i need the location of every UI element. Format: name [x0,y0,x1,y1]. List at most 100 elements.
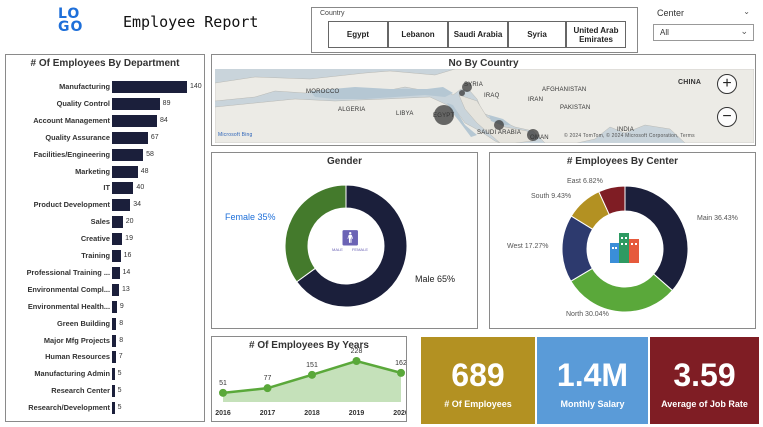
country-option-uae[interactable]: United Arab Emirates [566,21,626,48]
department-label: Human Resources [45,352,110,362]
department-bar[interactable] [112,385,115,398]
department-row[interactable]: Environmental Compl... 13 [6,283,206,296]
department-value: 84 [160,116,168,124]
department-row[interactable]: Green Building 8 [6,317,206,330]
years-area[interactable]: 51 2016 77 2017 151 2018 228 2019 162 2020 [212,337,406,421]
department-bar[interactable] [112,334,117,347]
map-label: MOROCCO [306,89,340,95]
department-bar[interactable] [112,131,148,144]
years-tick-label: 2016 [215,410,231,417]
department-value: 13 [121,285,130,293]
kpi-employees: 689 # Of Employees [421,337,535,424]
years-tick-label: 2018 [304,410,320,417]
department-row[interactable]: Sales 20 [6,216,206,229]
department-label: Account Management [33,115,110,125]
department-row[interactable]: Creative 19 [6,233,206,246]
department-row[interactable]: Environmental Health... 9 [6,300,206,313]
department-value: 40 [136,184,145,192]
department-value: 20 [125,218,134,226]
department-bar[interactable] [112,351,116,364]
map-label: SYRIA [464,82,484,88]
department-row[interactable]: Product Development 34 [6,199,206,212]
department-bar[interactable] [112,283,119,296]
department-row[interactable]: Training 16 [6,250,206,262]
center-filter-label: Center [657,8,685,18]
country-option-syria[interactable]: Syria [508,21,566,48]
chevron-down-icon[interactable]: ⌄ [743,7,750,16]
department-label: Creative [80,234,110,244]
department-label: Facilities/Engineering [33,149,110,159]
department-value: 5 [117,370,122,378]
department-row[interactable]: Facilities/Engineering 58 [6,148,206,161]
department-value: 8 [119,336,124,344]
department-bar[interactable] [112,233,123,246]
map-label: IRAQ [484,93,500,99]
center-label-south: South 9.43% [531,193,572,200]
years-tick-label: 2019 [349,410,365,417]
department-bar[interactable] [112,165,138,178]
years-value-label: 51 [219,380,227,387]
department-bar[interactable] [112,250,121,262]
department-row[interactable]: Quality Assurance 67 [6,131,206,144]
department-bar[interactable] [112,317,117,330]
department-label: Sales [90,217,110,227]
zoom-out-button[interactable]: − [717,107,737,127]
department-row[interactable]: Research Center 5 [6,385,206,398]
years-point[interactable] [352,357,361,365]
map-label: SAUDI ARABIA [477,130,522,136]
department-label: Training [81,251,110,260]
department-bar[interactable] [112,216,123,229]
department-bar[interactable] [112,114,157,127]
department-bar[interactable] [112,182,134,195]
department-row[interactable]: Human Resources 7 [6,351,206,364]
department-value: 34 [133,201,141,209]
department-row[interactable]: Manufacturing 140 [6,81,206,93]
department-bar[interactable] [112,199,131,212]
department-row[interactable]: Research/Development 5 [6,402,206,415]
kpi-employees-label: # Of Employees [444,399,512,409]
department-value: 16 [123,252,132,259]
department-value: 5 [117,387,122,395]
country-option-lebanon[interactable]: Lebanon [388,21,448,48]
years-point[interactable] [263,384,272,393]
country-option-egypt[interactable]: Egypt [328,21,388,48]
map-label: LIBYA [396,111,414,117]
country-slicer: Country Egypt Lebanon Saudi Arabia Syria… [311,7,638,53]
department-row[interactable]: IT 40 [6,182,206,195]
zoom-in-button[interactable]: + [717,74,737,94]
department-value: 58 [146,150,154,158]
department-bar[interactable] [112,402,115,415]
country-option-saudi-arabia[interactable]: Saudi Arabia [448,21,508,48]
department-row[interactable]: Manufacturing Admin 5 [6,368,206,381]
department-bar[interactable] [112,148,144,161]
department-bar[interactable] [112,97,160,110]
map-bubble-lebanon[interactable] [459,90,465,96]
map-attribution-right: © 2024 TomTom, © 2024 Microsoft Corporat… [564,133,695,139]
center-chart: # Employees By Center Main 36.43% North … [489,152,756,329]
years-point[interactable] [397,368,405,377]
department-label: Marketing [75,166,110,176]
map-label: ALGERIA [338,107,366,113]
department-bar[interactable] [112,368,115,381]
years-point[interactable] [219,388,227,397]
center-select[interactable]: All ⌄ [653,24,754,41]
kpi-salary-value: 1.4M [556,357,629,393]
department-bar[interactable] [112,300,117,313]
department-row[interactable]: Marketing 48 [6,165,206,178]
department-label: Environmental Health... [27,301,110,311]
years-point[interactable] [308,370,316,379]
department-value: 140 [190,83,202,90]
department-row[interactable]: Quality Control 89 [6,97,206,110]
department-bar[interactable] [112,266,120,279]
department-row[interactable]: Account Management 84 [6,114,206,127]
department-row[interactable]: Professional Training ... 14 [6,266,206,279]
department-label: Research/Development [28,403,110,413]
map-bubble-saudi-arabia[interactable] [494,120,504,130]
map-label: OMAN [530,135,549,141]
kpi-job-rate-label: Average of Job Rate [661,399,748,409]
department-row[interactable]: Major Mfg Projects 8 [6,334,206,347]
department-bar[interactable] [112,81,187,93]
department-label: Manufacturing Admin [34,369,110,379]
gender-chart: Gender 🚹︎︎ MALE FEMALE Female 35% Male 6… [211,152,478,329]
logo-text: LOGO [58,6,84,35]
